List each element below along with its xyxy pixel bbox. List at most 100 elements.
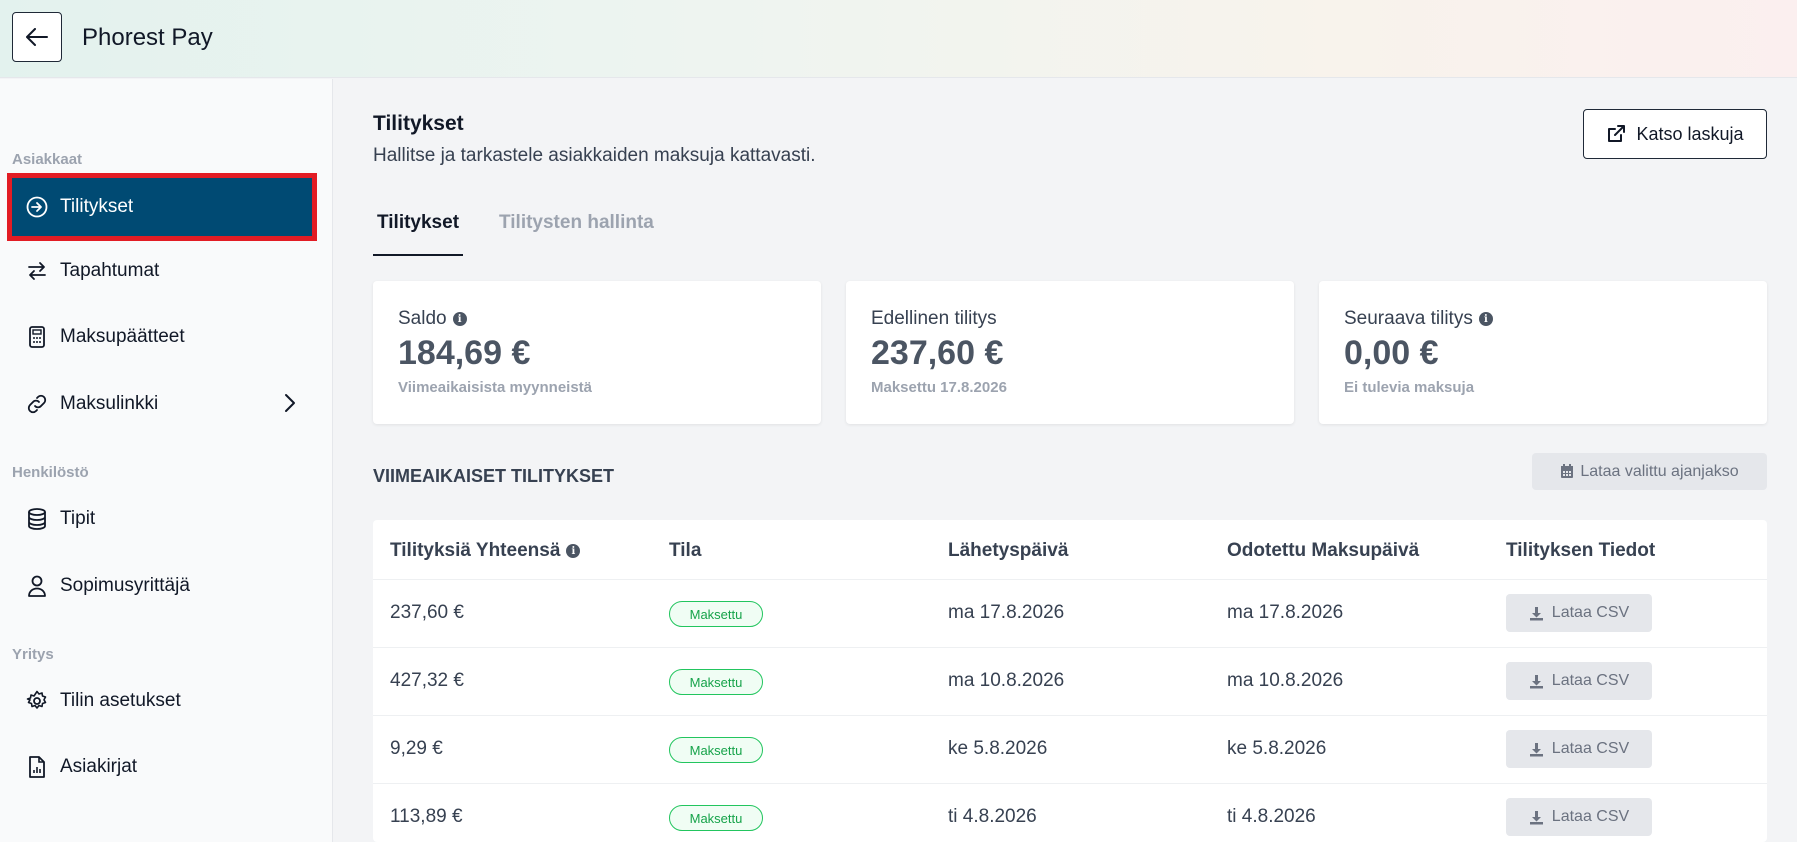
cell-expected-date: ma 10.8.2026 (1227, 670, 1344, 691)
table-row: 237,60 € Maksettu ma 17.8.2026 ma 17.8.2… (373, 580, 1767, 648)
sidebar: Asiakkaat Tilitykset Tapahtumat Maksupää… (0, 79, 333, 842)
download-icon (1529, 674, 1543, 688)
arrow-circle-right-icon (24, 194, 50, 220)
previous-payout-card: Edellinen tilitys 237,60 € Maksettu 17.8… (846, 281, 1294, 424)
recent-payouts-title: VIIMEAIKAISET TILITYKSET (373, 466, 615, 486)
page-subtitle: Hallitse ja tarkastele asiakkaiden maksu… (373, 145, 816, 166)
info-icon[interactable]: i (452, 312, 467, 326)
download-csv-label: Lataa CSV (1551, 740, 1630, 757)
sidebar-item-label: Asiakirjat (60, 756, 138, 777)
calendar-icon (1561, 464, 1574, 478)
table-row: 113,89 € Maksettu ti 4.8.2026 ti 4.8.202… (373, 784, 1767, 842)
cell-sent-date: ma 10.8.2026 (948, 670, 1065, 691)
download-csv-button[interactable]: Lataa CSV (1506, 798, 1652, 836)
sidebar-item-label: Tilin asetukset (60, 690, 181, 711)
card-label-row: Edellinen tilitys (871, 308, 997, 330)
tab-tilitykset[interactable]: Tilitykset (373, 212, 464, 256)
info-icon[interactable]: i (1478, 312, 1493, 326)
table-row: 427,32 € Maksettu ma 10.8.2026 ma 10.8.2… (373, 648, 1767, 716)
status-badge: Maksettu (669, 669, 763, 695)
sidebar-item-maksupaatteet[interactable]: Maksupäätteet (12, 308, 312, 366)
external-link-icon (1608, 125, 1626, 142)
cell-expected-date: ma 17.8.2026 (1227, 602, 1344, 623)
app-title: Phorest Pay (82, 24, 213, 51)
arrow-left-icon (26, 28, 48, 46)
cell-expected-date: ti 4.8.2026 (1227, 806, 1316, 827)
sidebar-item-asiakirjat[interactable]: Asiakirjat (12, 738, 312, 796)
view-invoices-button[interactable]: Katso laskuja (1583, 109, 1767, 159)
download-period-button[interactable]: Lataa valittu ajanjakso (1532, 453, 1767, 490)
cell-sent-date: ti 4.8.2026 (948, 806, 1037, 827)
cell-total: 237,60 € (390, 602, 464, 623)
cell-sent-date: ma 17.8.2026 (948, 602, 1065, 623)
chevron-right-icon (284, 393, 296, 419)
link-icon (24, 391, 50, 417)
download-csv-button[interactable]: Lataa CSV (1506, 730, 1652, 768)
balance-card: Saldo i 184,69 € Viimeaikaisista myynnei… (373, 281, 821, 424)
sidebar-item-maksulinkki[interactable]: Maksulinkki (12, 375, 312, 433)
column-header-details: Tilityksen Tiedot (1506, 540, 1656, 561)
download-icon (1529, 810, 1543, 824)
download-csv-button[interactable]: Lataa CSV (1506, 594, 1652, 632)
card-label: Seuraava tilitys (1344, 308, 1473, 329)
download-csv-button[interactable]: Lataa CSV (1506, 662, 1652, 700)
download-period-label: Lataa valittu ajanjakso (1580, 462, 1739, 480)
sidebar-item-tilitykset[interactable]: Tilitykset (7, 173, 317, 241)
cell-total: 427,32 € (390, 670, 464, 691)
gear-icon (24, 688, 50, 714)
download-csv-label: Lataa CSV (1551, 604, 1630, 621)
sidebar-item-label: Tipit (60, 508, 96, 529)
swap-arrows-icon (24, 258, 50, 284)
section-label-customers: Asiakkaat (12, 151, 83, 168)
sidebar-item-sopimusyrittaja[interactable]: Sopimusyrittäjä (12, 557, 312, 615)
card-label: Saldo (398, 308, 447, 329)
document-chart-icon (24, 754, 50, 780)
calculator-icon (24, 324, 50, 350)
card-note: Viimeaikaisista myynneistä (398, 379, 593, 396)
database-icon (24, 506, 50, 532)
cell-total: 113,89 € (390, 806, 463, 827)
view-invoices-label: Katso laskuja (1636, 123, 1744, 144)
sidebar-item-label: Tilitykset (60, 196, 134, 217)
status-badge: Maksettu (669, 601, 763, 627)
download-icon (1529, 742, 1543, 756)
column-header-sent-date: Lähetyspäivä (948, 540, 1069, 561)
sidebar-item-tipit[interactable]: Tipit (12, 490, 312, 548)
sidebar-item-label: Maksupäätteet (60, 326, 185, 347)
info-icon[interactable]: i (566, 544, 581, 558)
cell-total: 9,29 € (390, 738, 443, 759)
status-badge: Maksettu (669, 737, 763, 763)
card-label: Edellinen tilitys (871, 308, 997, 329)
next-payout-card: Seuraava tilitys i 0,00 € Ei tulevia mak… (1319, 281, 1767, 424)
section-label-staff: Henkilöstö (12, 464, 89, 481)
sidebar-item-label: Sopimusyrittäjä (60, 575, 190, 596)
card-note: Maksettu 17.8.2026 (871, 379, 1007, 396)
download-csv-label: Lataa CSV (1551, 672, 1630, 689)
download-icon (1529, 606, 1543, 620)
cell-expected-date: ke 5.8.2026 (1227, 738, 1327, 759)
sidebar-item-tilin-asetukset[interactable]: Tilin asetukset (12, 672, 312, 730)
table-header: Tilityksiä Yhteensä i Tila Lähetyspäivä … (373, 520, 1767, 580)
card-note: Ei tulevia maksuja (1344, 379, 1475, 396)
column-header-status: Tila (669, 540, 702, 561)
top-bar: Phorest Pay (0, 0, 1797, 78)
cell-sent-date: ke 5.8.2026 (948, 738, 1048, 759)
column-header-expected-date: Odotettu Maksupäivä (1227, 540, 1420, 561)
table-row: 9,29 € Maksettu ke 5.8.2026 ke 5.8.2026 … (373, 716, 1767, 784)
page-title: Tilitykset (373, 112, 464, 135)
payouts-table: Tilityksiä Yhteensä i Tila Lähetyspäivä … (373, 520, 1767, 842)
card-value: 184,69 € (398, 334, 531, 372)
card-label-row: Seuraava tilitys i (1344, 308, 1493, 330)
card-value: 0,00 € (1344, 334, 1439, 372)
sidebar-item-label: Tapahtumat (60, 260, 160, 281)
sidebar-item-label: Maksulinkki (60, 393, 159, 414)
back-button[interactable] (12, 12, 62, 62)
sidebar-item-tapahtumat[interactable]: Tapahtumat (12, 242, 312, 300)
download-csv-label: Lataa CSV (1551, 808, 1630, 825)
card-value: 237,60 € (871, 334, 1004, 372)
section-label-company: Yritys (12, 646, 54, 663)
tab-tilitysten-hallinta[interactable]: Tilitysten hallinta (499, 212, 654, 234)
column-header-total: Tilityksiä Yhteensä i (390, 540, 581, 562)
card-label-row: Saldo i (398, 308, 467, 330)
user-icon (24, 573, 50, 599)
